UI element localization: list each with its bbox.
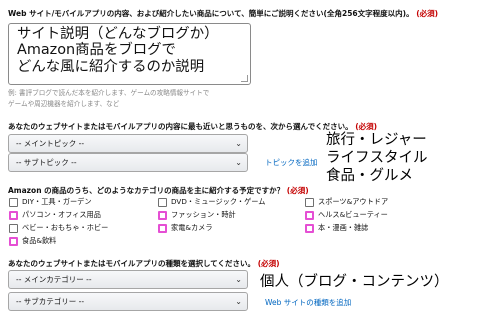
checkbox[interactable] xyxy=(9,223,18,233)
topic-annotation-3: 食品・グルメ xyxy=(326,168,413,184)
category-pc[interactable]: パソコン・オフィス用品 xyxy=(9,210,101,220)
type-annotation: 個人（ブログ・コンテンツ） xyxy=(260,274,449,290)
chevron-down-icon: ⌄ xyxy=(235,275,242,284)
category-diy[interactable]: DIY・工具・ガーデン xyxy=(9,197,92,207)
q1-required: (必須) xyxy=(416,9,439,18)
q4-required: (必須) xyxy=(257,259,280,268)
sub-category-value: -- サブカテゴリー -- xyxy=(16,297,85,306)
category-baby[interactable]: ベビー・おもちゃ・ホビー xyxy=(9,223,108,233)
category-label: DIY・工具・ガーデン xyxy=(22,197,92,206)
checkbox-checked[interactable] xyxy=(305,210,314,220)
q3-label-text: Amazon の商品のうち、どのようなカテゴリの商品を主に紹介する予定ですか？ xyxy=(8,186,285,195)
sub-category-select[interactable]: -- サブカテゴリー -- ⌄ xyxy=(8,292,248,311)
textarea-line-2: Amazon商品をブログで xyxy=(17,42,176,59)
category-label: スポーツ&アウトドア xyxy=(318,197,389,206)
checkbox-checked[interactable] xyxy=(9,236,18,246)
add-site-type-link[interactable]: Web サイトの種類を追加 xyxy=(265,297,351,308)
category-books[interactable]: 本・漫画・雑誌 xyxy=(305,223,368,233)
add-topic-link[interactable]: トピックを追加 xyxy=(265,157,318,168)
sub-topic-value: -- サブトピック -- xyxy=(16,158,77,167)
q1-label-text: Web サイト/モバイルアプリの内容、および紹介したい商品について、簡単にご説明… xyxy=(8,9,414,18)
chevron-down-icon: ⌄ xyxy=(235,139,242,148)
q2-label: あなたのウェブサイトまたはモバイルアプリの内容に最も近いと思うものを、次から選ん… xyxy=(8,121,377,132)
category-dvd[interactable]: DVD・ミュージック・ゲーム xyxy=(158,197,265,207)
category-label: 食品&飲料 xyxy=(22,236,57,245)
category-label: 家電&カメラ xyxy=(171,223,213,232)
category-label: ベビー・おもちゃ・ホビー xyxy=(22,223,109,232)
q4-label-text: あなたのウェブサイトまたはモバイルアプリの種類を選択してください。 xyxy=(8,259,256,268)
q4-label: あなたのウェブサイトまたはモバイルアプリの種類を選択してください。 (必須) xyxy=(8,258,280,269)
resize-grip-icon[interactable] xyxy=(241,75,248,82)
chevron-down-icon: ⌄ xyxy=(235,297,242,306)
textarea-line-1: サイト説明（どんなブログか） xyxy=(17,26,219,42)
checkbox[interactable] xyxy=(305,197,314,207)
q1-example-line-2: ゲームや周辺機器を紹介します、など xyxy=(8,100,120,108)
sub-topic-select[interactable]: -- サブトピック -- ⌄ xyxy=(8,153,248,172)
category-label: 本・漫画・雑誌 xyxy=(318,223,369,232)
main-topic-value: -- メイントピック -- xyxy=(16,139,85,148)
q3-label: Amazon の商品のうち、どのようなカテゴリの商品を主に紹介する予定ですか？ … xyxy=(8,185,309,196)
checkbox-checked[interactable] xyxy=(305,223,314,233)
q3-required: (必須) xyxy=(286,186,309,195)
main-category-select[interactable]: -- メインカテゴリー -- ⌄ xyxy=(8,270,248,289)
q1-label: Web サイト/モバイルアプリの内容、および紹介したい商品について、簡単にご説明… xyxy=(8,8,438,19)
q1-example-line-1: 例: 書評ブログで読んだ本を紹介します、ゲームの攻略情報サイトで xyxy=(8,89,210,97)
checkbox-checked[interactable] xyxy=(9,210,18,220)
category-fashion[interactable]: ファッション・時計 xyxy=(158,210,236,220)
category-label: パソコン・オフィス用品 xyxy=(22,210,101,219)
category-label: DVD・ミュージック・ゲーム xyxy=(171,197,266,206)
category-health[interactable]: ヘルス&ビューティー xyxy=(305,210,388,220)
site-description-textarea[interactable]: サイト説明（どんなブログか） Amazon商品をブログで どんな風に紹介するのか… xyxy=(8,23,251,85)
checkbox[interactable] xyxy=(9,197,18,207)
checkbox-checked[interactable] xyxy=(158,210,167,220)
q2-label-text: あなたのウェブサイトまたはモバイルアプリの内容に最も近いと思うものを、次から選ん… xyxy=(8,122,353,131)
category-food[interactable]: 食品&飲料 xyxy=(9,236,56,246)
q1-example: 例: 書評ブログで読んだ本を紹介します、ゲームの攻略情報サイトで ゲームや周辺機… xyxy=(8,88,209,110)
category-label: ヘルス&ビューティー xyxy=(318,210,388,219)
category-label: ファッション・時計 xyxy=(171,210,236,219)
main-category-value: -- メインカテゴリー -- xyxy=(16,275,92,284)
main-topic-select[interactable]: -- メイントピック -- ⌄ xyxy=(8,134,248,153)
category-sports[interactable]: スポーツ&アウトドア xyxy=(305,197,388,207)
textarea-line-3: どんな風に紹介するのか説明 xyxy=(17,58,205,75)
checkbox[interactable] xyxy=(158,197,167,207)
category-electronics[interactable]: 家電&カメラ xyxy=(158,223,213,233)
chevron-down-icon: ⌄ xyxy=(235,158,242,167)
checkbox-checked[interactable] xyxy=(158,223,167,233)
